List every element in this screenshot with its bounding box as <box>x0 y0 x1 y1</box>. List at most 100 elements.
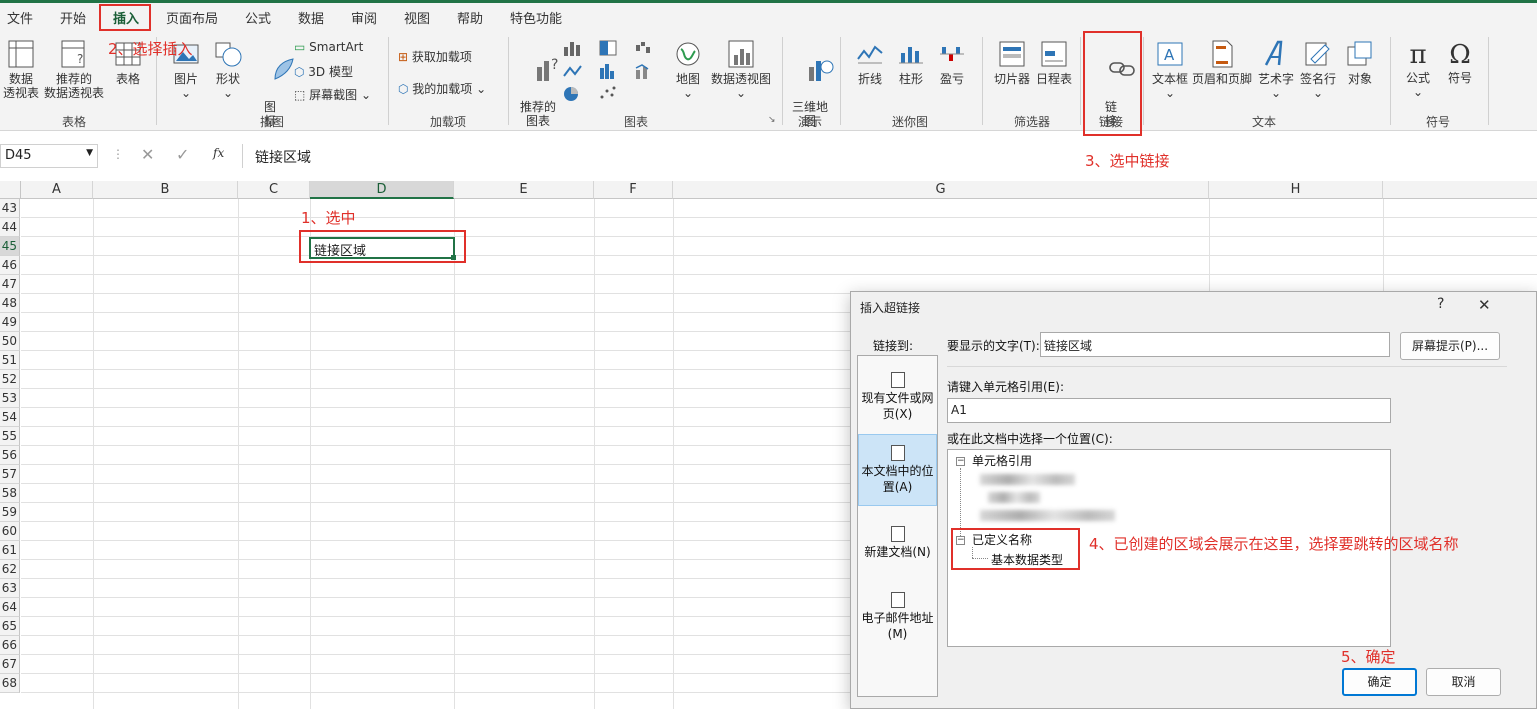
slicer-button[interactable]: 切片器 <box>990 39 1034 86</box>
my-addins-button[interactable]: ⬡ 我的加载项 ⌄ <box>398 80 486 97</box>
more-options-icon: ⋮ <box>112 147 124 161</box>
row-header[interactable]: 54 <box>0 408 20 427</box>
tree-node-cell-references[interactable]: 单元格引用 <box>972 452 1032 469</box>
timeline-button[interactable]: 日程表 <box>1034 39 1074 86</box>
tab-file[interactable]: 文件 <box>7 8 33 27</box>
tab-formulas[interactable]: 公式 <box>245 8 271 27</box>
row-header[interactable]: 62 <box>0 560 20 579</box>
smartart-button[interactable]: ▭ SmartArt <box>294 40 363 54</box>
row-header[interactable]: 44 <box>0 218 20 237</box>
wordart-button[interactable]: 艺术字 ⌄ <box>1256 39 1296 100</box>
row-header[interactable]: 43 <box>0 199 20 218</box>
tab-view[interactable]: 视图 <box>404 8 430 27</box>
pivot-chart-button[interactable]: 数据透视图 ⌄ <box>710 39 772 100</box>
line-chart-icon[interactable] <box>562 62 588 80</box>
column-header[interactable]: G <box>673 181 1209 199</box>
scatter-chart-icon[interactable] <box>598 85 624 103</box>
signature-line-button[interactable]: 签名行 ⌄ <box>1298 39 1338 100</box>
timeline-icon <box>1041 41 1067 67</box>
combo-chart-icon[interactable] <box>634 62 660 80</box>
3d-models-button[interactable]: ⬡ 3D 模型 <box>294 63 353 80</box>
header-footer-button[interactable]: 页眉和页脚 <box>1192 39 1252 86</box>
column-header[interactable]: H <box>1209 181 1383 199</box>
screenshot-button[interactable]: ⬚ 屏幕截图 ⌄ <box>294 86 371 103</box>
row-header[interactable]: 65 <box>0 617 20 636</box>
row-header[interactable]: 64 <box>0 598 20 617</box>
link-to-place-in-document[interactable]: 本文档中的位置(A) <box>858 434 937 506</box>
sparkline-winloss-button[interactable]: 盈亏 <box>934 39 970 86</box>
row-header[interactable]: 49 <box>0 313 20 332</box>
column-header[interactable]: E <box>454 181 594 199</box>
insert-function-icon[interactable]: fx <box>213 146 224 160</box>
formula-input[interactable]: 链接区域 <box>242 144 1537 168</box>
smartart-icon: ▭ <box>294 40 310 54</box>
recommended-charts-button[interactable]: ? 推荐的 图表 <box>518 39 559 156</box>
collapse-icon[interactable]: − <box>956 457 965 466</box>
tab-help[interactable]: 帮助 <box>457 8 483 27</box>
waterfall-chart-icon[interactable] <box>634 39 660 57</box>
cancel-button[interactable]: 取消 <box>1426 668 1501 696</box>
sparkline-column-button[interactable]: 柱形 <box>893 39 929 86</box>
row-header[interactable]: 59 <box>0 503 20 522</box>
row-header[interactable]: 58 <box>0 484 20 503</box>
equation-button[interactable]: π 公式 ⌄ <box>1398 39 1438 99</box>
row-header[interactable]: 51 <box>0 351 20 370</box>
column-chart-icon[interactable] <box>562 39 588 57</box>
select-all-corner[interactable] <box>0 181 21 199</box>
row-header[interactable]: 57 <box>0 465 20 484</box>
tab-review[interactable]: 审阅 <box>351 8 377 27</box>
pie-chart-icon[interactable] <box>562 85 588 103</box>
row-header[interactable]: 47 <box>0 275 20 294</box>
sparkline-line-button[interactable]: 折线 <box>852 39 888 86</box>
help-icon[interactable]: ? <box>1437 296 1444 312</box>
screen-tip-button[interactable]: 屏幕提示(P)... <box>1400 332 1500 360</box>
row-header[interactable]: 68 <box>0 674 20 693</box>
row-header[interactable]: 53 <box>0 389 20 408</box>
shapes-button[interactable]: 形状 ⌄ <box>210 39 246 100</box>
statistic-chart-icon[interactable] <box>598 62 624 80</box>
tab-page-layout[interactable]: 页面布局 <box>166 8 218 27</box>
icons-button[interactable]: 图 标 <box>254 39 294 156</box>
row-header[interactable]: 45 <box>0 237 20 256</box>
enter-icon[interactable]: ✓ <box>176 145 189 164</box>
column-header[interactable]: C <box>238 181 310 199</box>
text-box-button[interactable]: A 文本框 ⌄ <box>1150 39 1190 100</box>
tree-connector <box>960 468 961 536</box>
row-header[interactable]: 61 <box>0 541 20 560</box>
row-header[interactable]: 60 <box>0 522 20 541</box>
row-header[interactable]: 66 <box>0 636 20 655</box>
hierarchy-chart-icon[interactable] <box>598 39 624 57</box>
ok-button[interactable]: 确定 <box>1342 668 1417 696</box>
object-button[interactable]: 对象 <box>1340 39 1380 86</box>
ribbon-separator <box>1390 37 1391 125</box>
row-header[interactable]: 48 <box>0 294 20 313</box>
column-header[interactable]: A <box>21 181 93 199</box>
recommended-pivot-button[interactable]: ? 推荐的 数据透视表 <box>42 39 106 100</box>
cancel-icon[interactable]: ✕ <box>141 145 154 164</box>
get-addins-button[interactable]: ⊞ 获取加载项 <box>398 48 472 65</box>
display-text-input[interactable]: 链接区域 <box>1040 332 1390 357</box>
tab-data[interactable]: 数据 <box>298 8 324 27</box>
link-to-existing-file[interactable]: 现有文件或网页(X) <box>858 370 937 426</box>
name-box[interactable]: D45 ▼ <box>0 144 98 168</box>
row-header[interactable]: 50 <box>0 332 20 351</box>
tab-special-features[interactable]: 特色功能 <box>510 8 562 27</box>
pivot-table-button[interactable]: 数据 透视表 <box>2 39 40 100</box>
row-header[interactable]: 67 <box>0 655 20 674</box>
column-header[interactable]: F <box>594 181 673 199</box>
symbol-button[interactable]: Ω 符号 <box>1440 39 1480 85</box>
row-header[interactable]: 55 <box>0 427 20 446</box>
link-to-email[interactable]: 电子邮件地址(M) <box>858 592 937 648</box>
cell-reference-input[interactable]: A1 <box>947 398 1391 423</box>
tab-home[interactable]: 开始 <box>60 8 86 27</box>
maps-button[interactable]: 地图 ⌄ <box>670 39 706 100</box>
column-header[interactable]: D <box>310 181 454 199</box>
link-to-new-document[interactable]: 新建文档(N) <box>858 526 937 576</box>
row-header[interactable]: 46 <box>0 256 20 275</box>
dialog-launcher-icon[interactable]: ↘ <box>768 115 776 125</box>
row-header[interactable]: 52 <box>0 370 20 389</box>
row-header[interactable]: 63 <box>0 579 20 598</box>
row-header[interactable]: 56 <box>0 446 20 465</box>
column-header[interactable]: B <box>93 181 238 199</box>
close-icon[interactable]: ✕ <box>1478 296 1491 314</box>
